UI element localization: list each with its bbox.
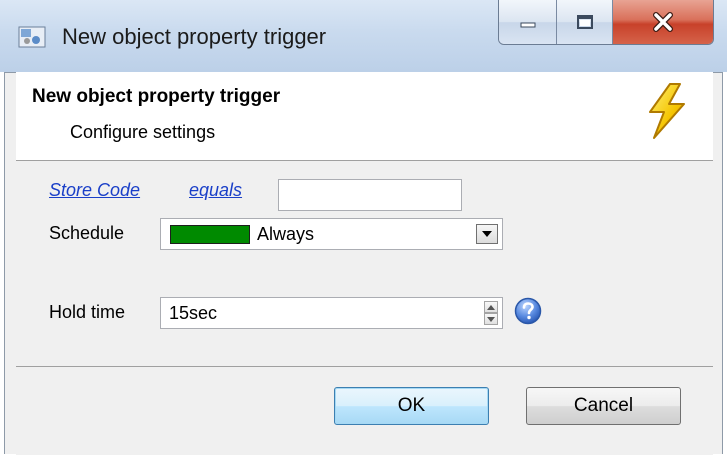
lightning-bolt-icon [649, 83, 685, 139]
window-title: New object property trigger [62, 24, 327, 49]
minimize-icon [520, 22, 535, 28]
dropdown-arrow-button[interactable] [476, 224, 498, 244]
store-code-field-link[interactable]: Store Code [49, 180, 140, 201]
close-button[interactable] [613, 0, 713, 44]
chevron-down-icon [482, 231, 492, 237]
spin-up-button[interactable] [484, 301, 498, 313]
window-app-icon [18, 26, 46, 48]
spin-down-button[interactable] [484, 313, 498, 325]
maximize-icon [576, 15, 593, 29]
schedule-color-swatch [170, 225, 250, 244]
schedule-dropdown[interactable]: Always [160, 218, 503, 250]
spin-buttons [484, 301, 498, 325]
cancel-button[interactable]: Cancel [526, 387, 681, 425]
maximize-button[interactable] [557, 0, 613, 44]
schedule-label: Schedule [49, 223, 125, 243]
dialog-footer: OK Cancel [16, 366, 713, 455]
hold-time-value: 15sec [169, 303, 218, 323]
settings-panel: Store Code equals Schedule Always Hold t… [16, 161, 713, 366]
condition-value-input[interactable] [278, 179, 462, 211]
header-title: New object property trigger [32, 86, 281, 107]
minimize-button[interactable] [499, 0, 557, 44]
arrow-up-icon [487, 304, 495, 310]
equals-operator-link[interactable]: equals [189, 180, 242, 201]
close-icon [653, 12, 673, 32]
caption-buttons [498, 0, 714, 45]
schedule-selected-value: Always [257, 224, 315, 244]
hold-time-label: Hold time [49, 302, 126, 322]
ok-button[interactable]: OK [334, 387, 489, 425]
hold-time-spinbox[interactable]: 15sec [160, 297, 503, 329]
help-icon[interactable] [514, 297, 542, 325]
dialog-header: New object property trigger Configure se… [16, 72, 713, 161]
arrow-down-icon [487, 316, 495, 322]
title-bar[interactable]: New object property trigger [0, 0, 727, 72]
header-subtitle: Configure settings [70, 122, 216, 142]
